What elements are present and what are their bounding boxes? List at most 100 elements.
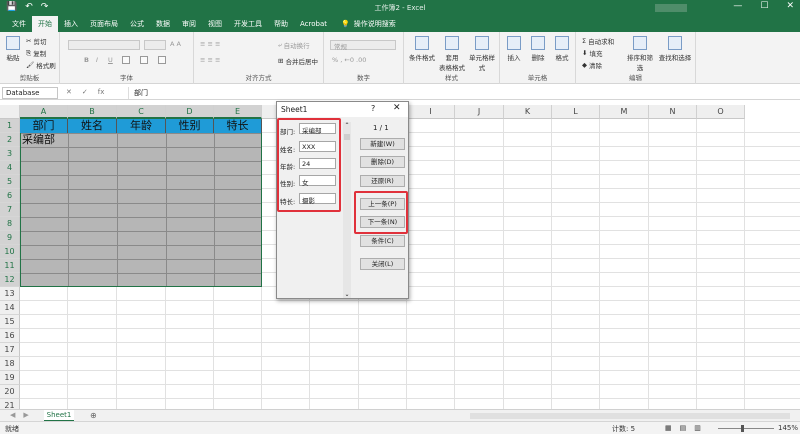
tab-view[interactable]: 视图 <box>202 16 228 32</box>
row-header-20[interactable]: 20 <box>0 385 20 399</box>
scroll-up-icon[interactable]: ⌃ <box>343 122 351 129</box>
vertical-align-buttons[interactable]: ≡ ≡ ≡ <box>200 40 220 48</box>
add-sheet-icon[interactable]: ⊕ <box>90 411 97 420</box>
tab-formulas[interactable]: 公式 <box>124 16 150 32</box>
minimize-button[interactable]: — <box>733 1 742 11</box>
row-header-9[interactable]: 9 <box>0 231 20 245</box>
underline-button[interactable]: U <box>108 56 113 64</box>
header-cell-e1[interactable]: 特长 <box>214 119 262 133</box>
maximize-button[interactable]: ☐ <box>760 1 768 11</box>
italic-button[interactable]: I <box>96 56 98 64</box>
column-header-b[interactable]: B <box>68 105 117 119</box>
zoom-level[interactable]: 145% <box>778 424 798 432</box>
formula-input[interactable]: 部门 <box>128 87 798 99</box>
font-size-dropdown[interactable] <box>144 40 166 50</box>
horizontal-align-buttons[interactable]: ≡ ≡ ≡ <box>200 56 220 64</box>
column-header-m[interactable]: M <box>600 105 649 119</box>
font-size-buttons[interactable]: A A <box>170 40 181 48</box>
row-header-4[interactable]: 4 <box>0 161 20 175</box>
column-header-n[interactable]: N <box>649 105 697 119</box>
number-format-dropdown[interactable]: 常规 <box>330 40 396 51</box>
header-cell-c1[interactable]: 年龄 <box>117 119 166 133</box>
row-header-12[interactable]: 12 <box>0 273 20 287</box>
autosum-button[interactable]: Σ 自动求和 <box>582 36 614 46</box>
tab-review[interactable]: 审阅 <box>176 16 202 32</box>
format-as-table-button[interactable]: 套用 表格格式 <box>438 36 466 72</box>
row-header-6[interactable]: 6 <box>0 189 20 203</box>
column-header-d[interactable]: D <box>166 105 214 119</box>
selected-range[interactable] <box>20 119 262 287</box>
page-layout-view-icon[interactable]: ▤ <box>680 424 687 432</box>
fill-button[interactable]: ⬇ 填充 <box>582 48 602 58</box>
column-header-c[interactable]: C <box>117 105 166 119</box>
row-header-8[interactable]: 8 <box>0 217 20 231</box>
page-break-view-icon[interactable]: ▥ <box>694 424 701 432</box>
border-button[interactable] <box>122 56 130 64</box>
cell-styles-button[interactable]: 单元格样式 <box>466 36 498 72</box>
column-header-i[interactable]: I <box>407 105 455 119</box>
column-header-k[interactable]: K <box>504 105 552 119</box>
paste-button[interactable]: 粘贴 <box>4 36 22 62</box>
normal-view-icon[interactable]: ▦ <box>665 424 672 432</box>
tab-insert[interactable]: 插入 <box>58 16 84 32</box>
tab-page-layout[interactable]: 页面布局 <box>84 16 124 32</box>
find-select-button[interactable]: 查找和选择 <box>658 36 692 62</box>
merge-center-button[interactable]: ⊞ 合并后居中 <box>278 56 318 66</box>
delete-cells-button[interactable]: 删除 <box>528 36 548 62</box>
row-header-11[interactable]: 11 <box>0 259 20 273</box>
next-sheet-icon[interactable]: ▶ <box>23 411 28 419</box>
copy-button[interactable]: ⎘ 复制 <box>26 48 46 59</box>
scroll-down-icon[interactable]: ⌄ <box>343 291 351 298</box>
cut-button[interactable]: ✂ 剪切 <box>26 36 46 46</box>
row-header-1[interactable]: 1 <box>0 119 20 133</box>
row-header-3[interactable]: 3 <box>0 147 20 161</box>
row-header-15[interactable]: 15 <box>0 315 20 329</box>
close-dialog-button[interactable]: 关闭(L) <box>360 258 405 270</box>
header-cell-a1[interactable]: 部门 <box>20 119 68 133</box>
column-header-o[interactable]: O <box>697 105 745 119</box>
tab-developer[interactable]: 开发工具 <box>228 16 268 32</box>
horizontal-scrollbar[interactable] <box>470 413 790 419</box>
row-header-19[interactable]: 19 <box>0 371 20 385</box>
number-format-buttons[interactable]: % , ←0 .00 <box>332 56 366 64</box>
row-header-13[interactable]: 13 <box>0 287 20 301</box>
delete-record-button[interactable]: 删除(D) <box>360 156 405 168</box>
font-name-dropdown[interactable] <box>68 40 140 50</box>
confirm-entry-icon[interactable]: ✓ <box>82 88 88 96</box>
fill-color-button[interactable] <box>140 56 148 64</box>
clear-button[interactable]: ◆ 清除 <box>582 60 602 70</box>
user-account[interactable] <box>655 4 687 12</box>
row-header-5[interactable]: 5 <box>0 175 20 189</box>
row-header-10[interactable]: 10 <box>0 245 20 259</box>
insert-function-icon[interactable]: fx <box>98 88 105 96</box>
close-window-button[interactable]: ✕ <box>786 1 794 11</box>
tell-me-search[interactable]: 💡 操作说明搜索 <box>341 19 396 29</box>
row-header-21[interactable]: 21 <box>0 399 20 409</box>
insert-cells-button[interactable]: 插入 <box>504 36 524 62</box>
column-header-e[interactable]: E <box>214 105 262 119</box>
restore-button[interactable]: 还原(R) <box>360 175 405 187</box>
row-header-2[interactable]: 2 <box>0 133 20 147</box>
tab-acrobat[interactable]: Acrobat <box>294 16 333 32</box>
name-box[interactable]: Database <box>2 87 58 99</box>
cancel-entry-icon[interactable]: ✕ <box>66 88 72 96</box>
conditional-format-button[interactable]: 条件格式 <box>408 36 436 62</box>
tab-data[interactable]: 数据 <box>150 16 176 32</box>
header-cell-b1[interactable]: 姓名 <box>68 119 117 133</box>
header-cell-d1[interactable]: 性别 <box>166 119 214 133</box>
row-header-16[interactable]: 16 <box>0 329 20 343</box>
prev-sheet-icon[interactable]: ◀ <box>10 411 15 419</box>
help-icon[interactable]: ? <box>371 104 375 113</box>
column-header-l[interactable]: L <box>552 105 600 119</box>
format-painter-button[interactable]: 🖌 格式刷 <box>26 60 56 70</box>
cell-a2[interactable]: 采编部 <box>22 133 55 147</box>
wrap-text-button[interactable]: ⤶ 自动换行 <box>278 40 310 51</box>
scroll-thumb[interactable] <box>344 134 350 140</box>
column-header-j[interactable]: J <box>455 105 504 119</box>
criteria-button[interactable]: 条件(C) <box>360 235 405 247</box>
tab-file[interactable]: 文件 <box>6 16 32 32</box>
bold-button[interactable]: B <box>84 56 89 64</box>
font-color-button[interactable] <box>158 56 166 64</box>
zoom-slider-knob[interactable] <box>741 425 744 432</box>
row-header-7[interactable]: 7 <box>0 203 20 217</box>
